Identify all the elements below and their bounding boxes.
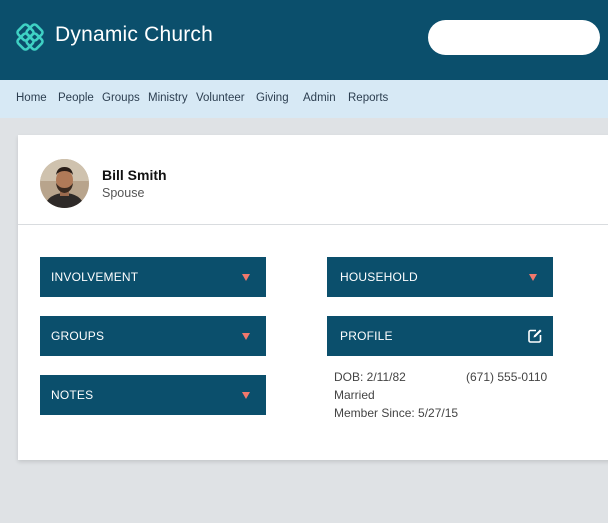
app-header: Dynamic Church (0, 0, 608, 80)
main-nav: Home People Groups Ministry Volunteer Gi… (0, 80, 608, 118)
expand-triangle-icon (242, 274, 250, 281)
groups-panel[interactable]: GROUPS (40, 316, 266, 356)
divider (18, 224, 608, 225)
notes-panel[interactable]: NOTES (40, 375, 266, 415)
notes-label: NOTES (51, 388, 94, 402)
avatar[interactable] (40, 159, 89, 208)
profile-marital-status: Married (334, 388, 375, 402)
profile-dob: DOB: 2/11/82 (334, 370, 406, 384)
church-logo-icon[interactable] (13, 20, 47, 54)
nav-item-people[interactable]: People (58, 92, 94, 104)
expand-triangle-icon (242, 392, 250, 399)
person-card: Bill Smith Spouse INVOLVEMENT GROUPS NOT… (18, 135, 608, 460)
expand-triangle-icon (529, 274, 537, 281)
involvement-label: INVOLVEMENT (51, 270, 139, 284)
involvement-panel[interactable]: INVOLVEMENT (40, 257, 266, 297)
profile-phone: (671) 555-0110 (466, 370, 548, 384)
nav-item-reports[interactable]: Reports (348, 92, 388, 104)
nav-item-admin[interactable]: Admin (303, 92, 336, 104)
app-title: Dynamic Church (55, 23, 214, 46)
profile-label: PROFILE (340, 329, 393, 343)
search-input[interactable] (428, 20, 600, 55)
groups-label: GROUPS (51, 329, 105, 343)
person-role: Spouse (102, 186, 145, 200)
nav-item-ministry[interactable]: Ministry (148, 92, 188, 104)
profile-member-since: Member Since: 5/27/15 (334, 406, 459, 420)
nav-item-home[interactable]: Home (16, 92, 47, 104)
expand-triangle-icon (242, 333, 250, 340)
profile-panel[interactable]: PROFILE (327, 316, 553, 356)
nav-item-giving[interactable]: Giving (256, 92, 289, 104)
nav-item-groups[interactable]: Groups (102, 92, 140, 104)
person-photo (40, 159, 89, 208)
household-panel[interactable]: HOUSEHOLD (327, 257, 553, 297)
nav-item-volunteer[interactable]: Volunteer (196, 92, 245, 104)
edit-icon[interactable] (527, 328, 543, 344)
household-label: HOUSEHOLD (340, 270, 418, 284)
person-name: Bill Smith (102, 167, 167, 183)
